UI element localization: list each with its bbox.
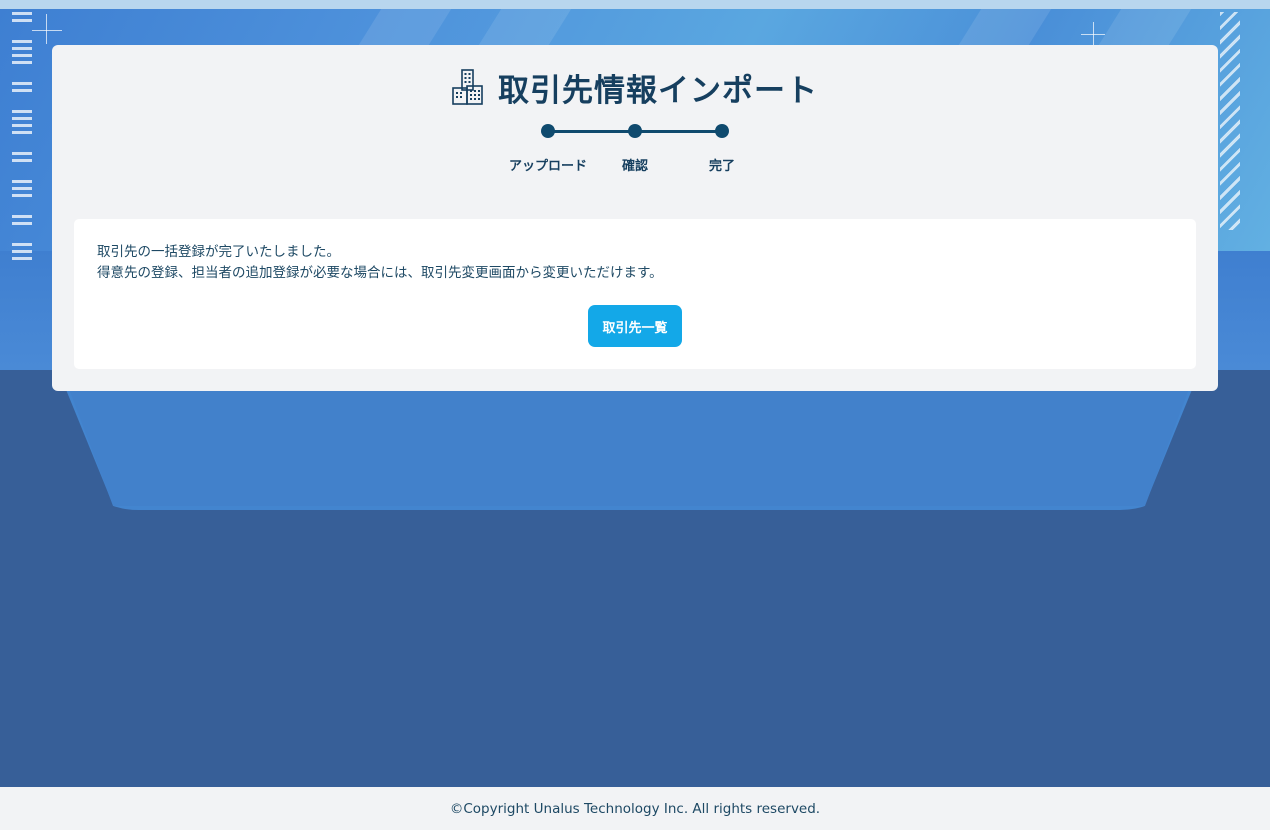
step-label-complete: 完了 xyxy=(708,159,735,174)
step-label-confirm: 確認 xyxy=(621,159,648,174)
decoration-left-bars xyxy=(12,12,32,264)
completion-panel: 取引先の一括登録が完了いたしました。 得意先の登録、担当者の追加登録が必要な場合… xyxy=(74,219,1196,369)
decoration-right-hatch xyxy=(1220,12,1240,230)
import-card: 取引先情報インポート アップロード 確認 完了 取引先の一括登録が完了いたしまし… xyxy=(52,45,1218,391)
top-strip xyxy=(0,0,1270,9)
message-line-1: 取引先の一括登録が完了いたしました。 xyxy=(97,244,340,260)
client-list-button[interactable]: 取引先一覧 xyxy=(588,305,682,347)
page-title: 取引先情報インポート xyxy=(498,72,818,109)
building-icon xyxy=(452,69,483,105)
step-dot-complete xyxy=(715,124,729,138)
step-dot-confirm xyxy=(628,124,642,138)
progress-stepper: アップロード 確認 完了 xyxy=(52,123,1218,183)
message-line-2: 得意先の登録、担当者の追加登録が必要な場合には、取引先変更画面から変更いただけま… xyxy=(97,265,663,281)
completion-message: 取引先の一括登録が完了いたしました。 得意先の登録、担当者の追加登録が必要な場合… xyxy=(97,242,663,284)
decoration-cross xyxy=(1081,34,1105,35)
step-label-upload: アップロード xyxy=(508,159,587,174)
decoration-cross xyxy=(46,14,47,44)
copyright-text: ©Copyright Unalus Technology Inc. All ri… xyxy=(449,800,821,817)
footer: ©Copyright Unalus Technology Inc. All ri… xyxy=(0,787,1270,830)
page-header: 取引先情報インポート xyxy=(52,65,1218,109)
decoration-cross xyxy=(32,30,62,31)
step-dot-upload xyxy=(541,124,555,138)
